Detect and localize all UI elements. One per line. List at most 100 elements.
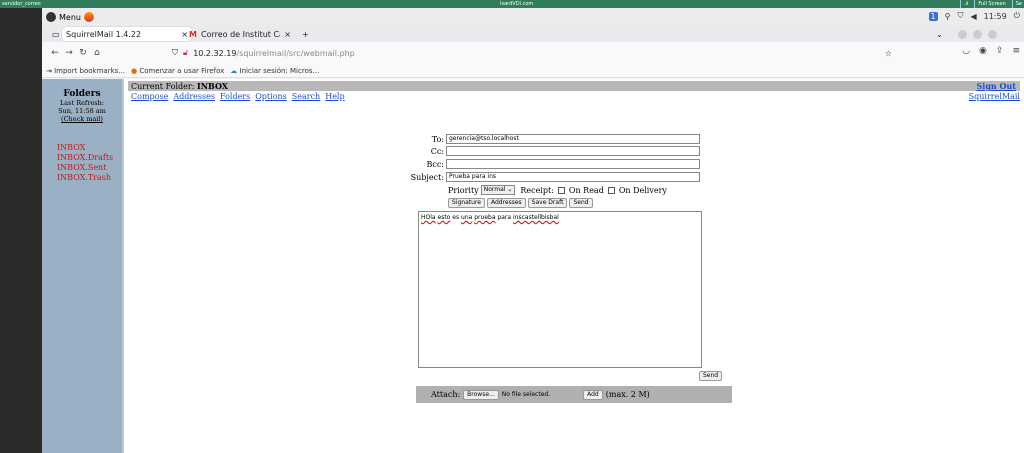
power-icon[interactable]: ⏻ [1014, 11, 1020, 21]
cc-field[interactable] [446, 146, 700, 156]
signal-icon: .ıl [960, 0, 968, 8]
url-path: /squirrelmail/src/webmail.php [236, 48, 355, 58]
folders-title: Folders [63, 89, 101, 99]
bookmark-firefox[interactable]: ● Comenzar a usar Firefox [131, 67, 224, 75]
bookmark-microsoft[interactable]: ☁ Iniciar sesión: Micros... [230, 67, 319, 75]
session-name: servidor_correo [2, 1, 41, 7]
new-tab-button[interactable]: + [298, 27, 313, 41]
remote-session-bar: servidor_correo IsardVDI.com .ıl Full Sc… [0, 0, 1024, 8]
folder-sent[interactable]: INBOX.Sent [57, 163, 122, 173]
navigation-bar: ← → ↻ ⌂ ⛉ 🔓︎ 10.2.32.19/squirrelmail/src… [42, 42, 1024, 64]
os-logo-icon [46, 12, 56, 22]
search-link[interactable]: Search [292, 92, 320, 101]
check-mail-link[interactable]: (Check mail) [42, 115, 122, 123]
on-delivery-checkbox[interactable] [607, 186, 615, 194]
tab-bar: ▭ SquirrelMail 1.4.22 × M Correo de Inst… [42, 26, 1024, 42]
bcc-field[interactable] [446, 159, 700, 169]
priority-label: Priority [448, 185, 479, 195]
maximize-button[interactable] [973, 29, 982, 39]
to-field[interactable]: gerencia@tso.localhost [446, 134, 700, 144]
minimize-button[interactable] [958, 29, 967, 39]
message-body[interactable]: HOla esto es una prueba para inscastellb… [418, 211, 702, 368]
forward-arrow-icon[interactable]: → [62, 48, 76, 58]
clock[interactable]: 11:59 [984, 12, 1007, 21]
full-screen-button[interactable]: Full Screen [974, 0, 1006, 8]
addresses-link[interactable]: Addresses [173, 92, 215, 101]
send-button[interactable]: Send [569, 198, 593, 208]
folders-sidebar: Folders Last Refresh: Sun, 11:58 am (Che… [42, 79, 124, 453]
shield-icon[interactable]: ⛉ [957, 11, 963, 21]
attach-label: Attach: [431, 390, 461, 399]
to-label: To: [431, 134, 444, 144]
on-read-checkbox[interactable] [557, 186, 565, 194]
last-refresh-label: Last Refresh: [59, 99, 105, 107]
home-icon[interactable]: ⌂ [90, 48, 104, 58]
back-arrow-icon[interactable]: ← [48, 48, 62, 58]
reload-icon[interactable]: ↻ [76, 48, 90, 58]
url-host: 10.2.32.19 [193, 48, 237, 58]
current-folder-label: Current Folder: [131, 82, 197, 91]
volume-icon[interactable]: ◀ [970, 12, 976, 21]
cc-label: Cc: [430, 146, 444, 156]
account-icon[interactable]: ◉ [979, 46, 987, 56]
browse-button[interactable]: Browse... [463, 389, 499, 400]
squirrelmail-link[interactable]: SquirrelMail [969, 92, 1020, 101]
tab-label: Correo de Institut Castell [200, 29, 280, 39]
os-menubar: Menu 1 ⚲ ⛉ ◀ 11:59 ⏻ [42, 8, 1024, 26]
bookmark-import[interactable]: ⇥ Import bookmarks... [46, 67, 125, 75]
signature-button[interactable]: Signature [448, 198, 485, 208]
firefox-icon[interactable] [83, 12, 94, 22]
current-folder-bar: Current Folder: INBOX Sign Out [128, 81, 1020, 91]
hamburger-menu-icon[interactable]: ≡ [1012, 46, 1020, 56]
tab-label: SquirrelMail 1.4.22 [66, 29, 142, 39]
save-draft-button[interactable]: Save Draft [527, 198, 568, 208]
max-size-label: (max. 2 M) [605, 390, 650, 399]
tab-squirrelmail[interactable]: SquirrelMail 1.4.22 × [62, 27, 192, 41]
url-bar[interactable]: ⛉ 🔓︎ 10.2.32.19/squirrelmail/src/webmail… [172, 46, 892, 60]
on-delivery-label: On Delivery [618, 185, 667, 195]
main-panel: Current Folder: INBOX Sign Out Compose A… [128, 79, 1024, 453]
on-read-label: On Read [568, 185, 604, 195]
folder-inbox[interactable]: INBOX [57, 143, 122, 153]
session-end-button[interactable]: Se [1011, 0, 1022, 8]
subject-field[interactable]: Prueba para ins [446, 172, 700, 182]
os-menu-label: Menu [59, 12, 81, 22]
compose-link[interactable]: Compose [131, 92, 168, 101]
session-host: IsardVDI.com [500, 1, 534, 7]
bookmarks-toolbar: ⇥ Import bookmarks... ● Comenzar a usar … [42, 64, 1024, 78]
no-file-label: No file selected. [501, 391, 551, 398]
os-menu-button[interactable]: Menu [46, 12, 94, 22]
gmail-icon: M [189, 29, 197, 39]
page-content: Folders Last Refresh: Sun, 11:58 am (Che… [42, 79, 1024, 453]
firefox-window: Menu 1 ⚲ ⛉ ◀ 11:59 ⏻ ▭ SquirrelMail 1.4.… [42, 8, 1024, 453]
folder-drafts[interactable]: INBOX.Drafts [57, 153, 122, 163]
bcc-label: Bcc: [426, 159, 444, 169]
help-link[interactable]: Help [325, 92, 344, 101]
extensions-icon[interactable]: ⇪ [996, 46, 1004, 56]
desktop-left-panel [0, 8, 42, 453]
priority-select[interactable]: Normal ⌄ [480, 185, 516, 195]
last-refresh-time: Sun, 11:58 am [58, 107, 106, 115]
bookmark-star-icon[interactable]: ☆ [885, 49, 892, 58]
network-icon[interactable]: ⚲ [945, 12, 951, 21]
main-links: Compose Addresses Folders Options Search… [131, 92, 345, 101]
insecure-lock-icon[interactable]: 🔓︎ [183, 48, 188, 58]
tab-correo[interactable]: M Correo de Institut Castell × [185, 27, 295, 41]
folder-trash[interactable]: INBOX.Trash [57, 173, 122, 183]
send-bottom-button[interactable]: Send [699, 371, 723, 381]
folders-link[interactable]: Folders [220, 92, 250, 101]
window-close-button[interactable] [988, 29, 997, 39]
close-icon[interactable]: × [284, 30, 291, 39]
options-link[interactable]: Options [255, 92, 287, 101]
attach-bar: Attach: Browse... No file selected. Add … [416, 386, 732, 403]
tab-list-chevron-icon[interactable]: ⌄ [932, 27, 947, 41]
current-folder-name: INBOX [196, 81, 228, 91]
add-attachment-button[interactable]: Add [583, 389, 603, 400]
subject-label: Subject: [410, 172, 444, 182]
sign-out-link[interactable]: Sign Out [977, 81, 1017, 91]
shield-icon[interactable]: ⛉ [172, 48, 178, 58]
addresses-button[interactable]: Addresses [486, 198, 526, 208]
receipt-label: Receipt: [520, 185, 554, 195]
workspace-icon[interactable]: 1 [928, 11, 938, 21]
pocket-icon[interactable]: ◡ [962, 46, 970, 56]
